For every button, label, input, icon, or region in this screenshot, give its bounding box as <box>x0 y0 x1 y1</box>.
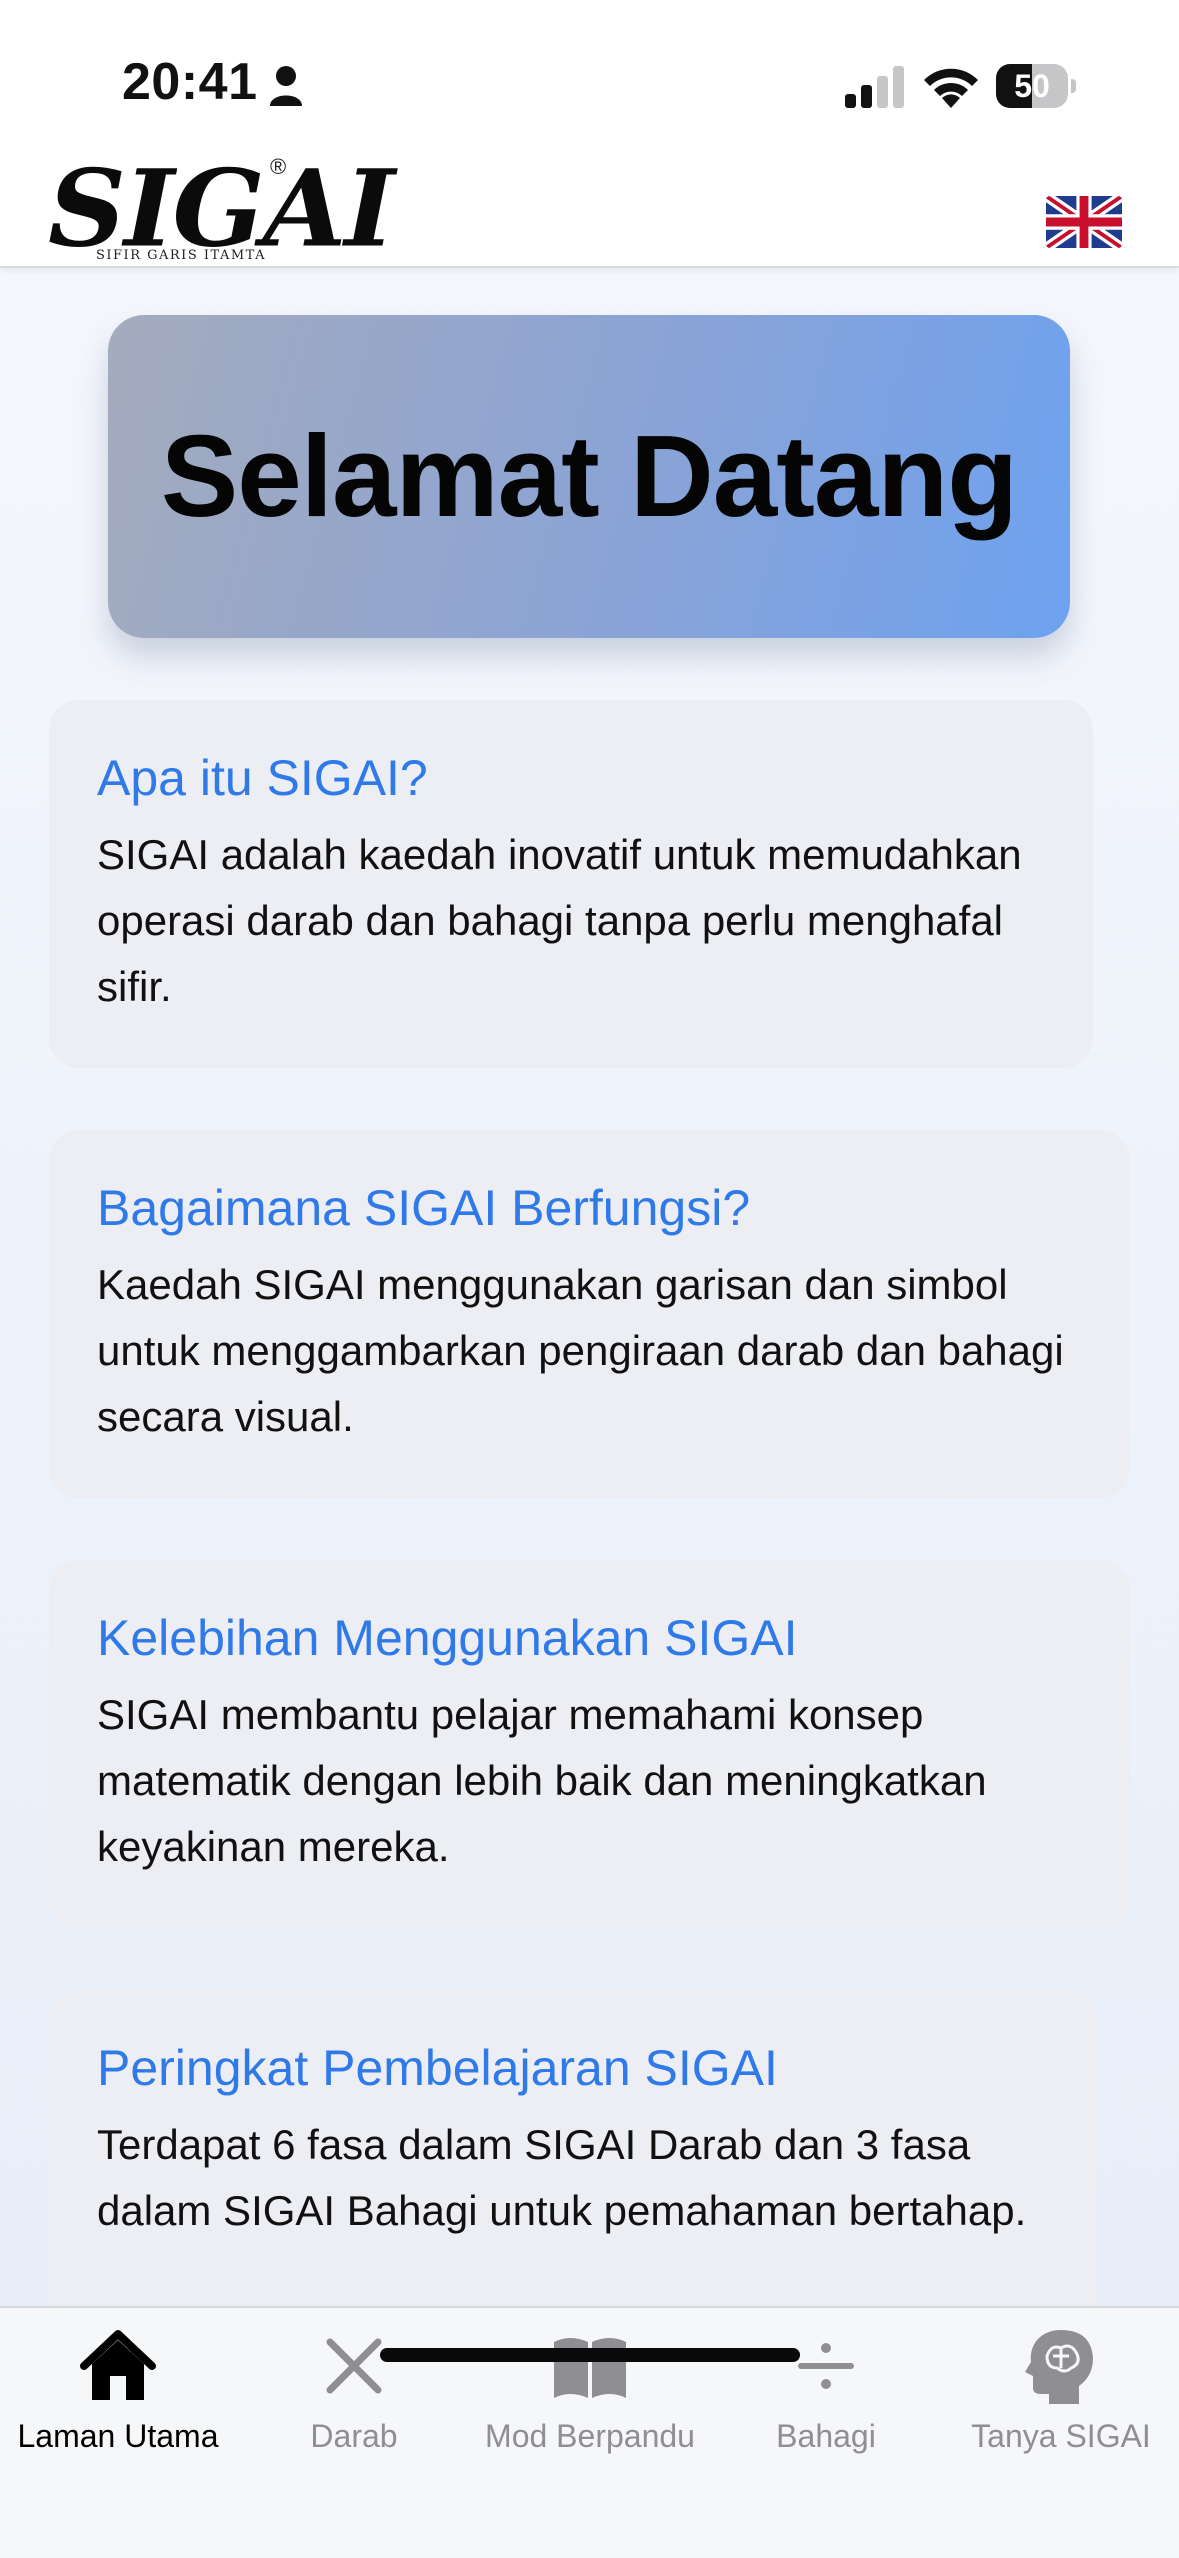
tab-label: Bahagi <box>776 2418 876 2454</box>
welcome-title: Selamat Datang <box>160 411 1018 541</box>
app-header: SIGAI ® SIFIR GARIS ITAMTA <box>0 150 1179 268</box>
info-card-benefits: Kelebihan Menggunakan SIGAI SIGAI memban… <box>49 1560 1130 1928</box>
status-time: 20:41 <box>122 53 258 111</box>
battery-indicator: 50 <box>996 64 1076 108</box>
registered-mark: ® <box>270 154 287 179</box>
uk-flag-icon[interactable] <box>1046 196 1122 248</box>
tab-tanya-sigai[interactable]: Tanya SIGAI <box>943 2326 1179 2476</box>
person-icon <box>270 66 302 106</box>
cellular-signal-icon <box>845 66 904 108</box>
divide-icon <box>798 2343 854 2389</box>
home-indicator <box>380 2348 800 2362</box>
tab-label: Tanya SIGAI <box>971 2418 1151 2454</box>
card-body: Terdapat 6 fasa dalam SIGAI Darab dan 3 … <box>97 2121 1027 2234</box>
info-card-how-it-works: Bagaimana SIGAI Berfungsi? Kaedah SIGAI … <box>49 1130 1130 1498</box>
card-title: Kelebihan Menggunakan SIGAI <box>97 1610 798 1666</box>
welcome-banner: Selamat Datang <box>108 315 1070 638</box>
tab-label: Laman Utama <box>17 2418 219 2454</box>
info-card-what-is-sigai: Apa itu SIGAI? SIGAI adalah kaedah inova… <box>49 700 1093 1068</box>
status-bar: 20:41 50 <box>0 0 1179 150</box>
card-body: Kaedah SIGAI menggunakan garisan dan sim… <box>97 1261 1064 1440</box>
bottom-tab-bar: Laman Utama Darab Mod Berpandu Bahagi Ta… <box>0 2306 1179 2558</box>
card-title: Apa itu SIGAI? <box>97 750 428 806</box>
multiply-icon <box>326 2338 382 2394</box>
tab-label: Mod Berpandu <box>485 2418 695 2454</box>
house-icon <box>80 2330 156 2400</box>
battery-level-text: 50 <box>1014 68 1050 104</box>
wifi-icon <box>924 68 978 108</box>
sigai-logo: SIGAI ® SIFIR GARIS ITAMTA <box>48 150 395 268</box>
brain-head-icon <box>1025 2330 1093 2404</box>
book-icon <box>554 2338 626 2398</box>
tab-label: Darab <box>310 2418 398 2454</box>
tab-laman-utama[interactable]: Laman Utama <box>0 2326 236 2476</box>
card-title: Peringkat Pembelajaran SIGAI <box>97 2040 778 2096</box>
card-body: SIGAI adalah kaedah inovatif untuk memud… <box>97 831 1022 1010</box>
card-body: SIGAI membantu pelajar memahami konsep m… <box>97 1691 987 1870</box>
logo-subtitle: SIFIR GARIS ITAMTA <box>96 248 266 263</box>
card-title: Bagaimana SIGAI Berfungsi? <box>97 1180 751 1236</box>
